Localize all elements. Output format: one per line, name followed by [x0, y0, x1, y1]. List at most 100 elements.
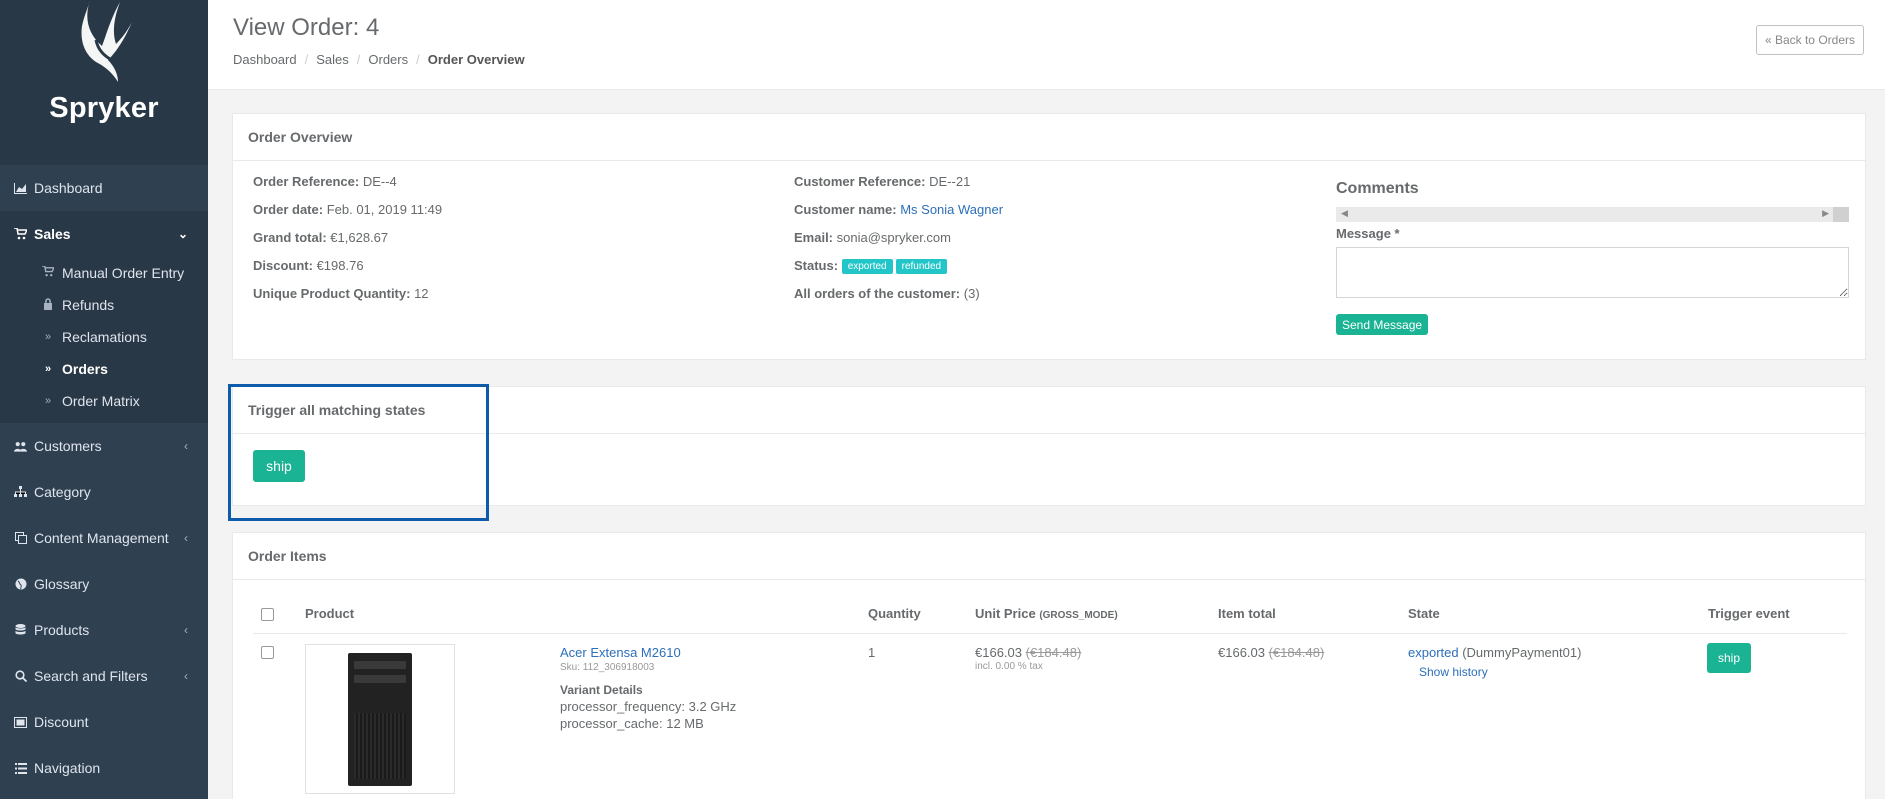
database-icon: [14, 624, 27, 637]
sidebar-item-discount[interactable]: Discount: [0, 699, 208, 745]
sidebar-item-label: Customers: [34, 438, 102, 454]
list-icon: [14, 762, 27, 775]
breadcrumb-orders[interactable]: Orders: [368, 52, 408, 67]
field-label: Order Reference:: [253, 174, 360, 189]
column-header-trigger-event: Trigger event: [1708, 606, 1790, 621]
state-link[interactable]: exported: [1408, 645, 1459, 660]
sidebar-item-orders[interactable]: » Orders: [0, 353, 208, 385]
customer-details: Customer Reference: DE--21 Customer name…: [794, 174, 1003, 314]
sidebar-item-label: Sales: [34, 226, 71, 242]
ship-item-button[interactable]: ship: [1707, 643, 1751, 673]
order-status: Status: exported refunded: [794, 258, 1003, 286]
double-chevron-icon: »: [44, 331, 52, 343]
customer-reference: Customer Reference: DE--21: [794, 174, 1003, 202]
scrollbar-thumb[interactable]: [1833, 207, 1849, 222]
sidebar-item-refunds[interactable]: Refunds: [0, 289, 208, 321]
variant-attribute: processor_frequency: 3.2 GHz: [560, 699, 737, 714]
field-value: DE--4: [362, 174, 397, 189]
sidebar-item-label: Search and Filters: [34, 668, 148, 684]
sidebar-item-label: Orders: [62, 361, 108, 377]
product-sku: Sku: 112_306918003: [560, 662, 655, 673]
order-details: Order Reference: DE--4 Order date: Feb. …: [253, 174, 442, 314]
sidebar-item-label: Discount: [34, 714, 89, 730]
sidebar-item-navigation[interactable]: Navigation: [0, 745, 208, 791]
field-label: Customer name:: [794, 202, 897, 217]
product-info: Acer Extensa M2610 Sku: 112_306918003 Va…: [560, 645, 736, 731]
field-label: Status:: [794, 258, 839, 273]
scroll-left-icon[interactable]: ◀: [1341, 208, 1348, 219]
field-value: (3): [963, 286, 980, 301]
product-name-link[interactable]: Acer Extensa M2610: [560, 645, 681, 660]
sidebar-item-content-management[interactable]: Content Management ‹: [0, 515, 208, 561]
message-textarea[interactable]: [1336, 247, 1849, 298]
show-history-link[interactable]: Show history: [1419, 665, 1488, 679]
field-value: 12: [414, 286, 429, 301]
chevron-left-icon: ‹: [184, 439, 188, 453]
breadcrumb: Dashboard / Sales / Orders / Order Overv…: [233, 52, 525, 67]
column-header-state: State: [1408, 606, 1440, 621]
status-badge: exported: [841, 259, 893, 274]
order-date: Order date: Feb. 01, 2019 11:49: [253, 202, 442, 230]
sidebar-item-label: Manual Order Entry: [62, 265, 185, 281]
field-value: €1,628.67: [330, 230, 389, 245]
field-label: Discount:: [253, 258, 313, 273]
panel-title: Trigger all matching states: [233, 387, 1865, 434]
cart-icon: [14, 228, 27, 241]
sidebar-item-dashboard[interactable]: Dashboard: [0, 165, 208, 211]
chevron-down-icon: ⌄: [177, 227, 188, 241]
sidebar-item-label: Category: [34, 484, 91, 500]
sidebar-item-glossary[interactable]: Glossary: [0, 561, 208, 607]
drive-bay: [354, 675, 406, 683]
sidebar-item-manual-order-entry[interactable]: Manual Order Entry: [0, 257, 208, 289]
item-state: exported (DummyPayment01) Show history: [1408, 645, 1581, 679]
double-chevron-icon: »: [44, 363, 52, 375]
variant-details-title: Variant Details: [560, 683, 643, 697]
field-value: sonia@spryker.com: [836, 230, 951, 245]
spryker-logo-icon: [81, 0, 132, 82]
chevron-left-icon: ‹: [184, 623, 188, 637]
sidebar-item-products[interactable]: Products ‹: [0, 607, 208, 653]
breadcrumb-separator: /: [356, 52, 361, 67]
breadcrumb-sales[interactable]: Sales: [316, 52, 349, 67]
sitemap-icon: [14, 486, 27, 499]
comments-scrollbar[interactable]: ◀ ▶: [1336, 207, 1849, 222]
order-overview-panel: Order Overview Order Reference: DE--4 Or…: [232, 113, 1866, 360]
unit-price-value: €166.03: [975, 645, 1022, 660]
order-items-panel: Order Items Product Quantity Unit Price …: [232, 532, 1866, 799]
unit-price-original: (€184.48): [1025, 645, 1082, 660]
send-message-button[interactable]: Send Message: [1336, 314, 1429, 335]
sales-submenu: Manual Order Entry Refunds » Reclamation…: [0, 257, 208, 423]
status-badge: refunded: [895, 259, 948, 274]
field-value: €198.76: [316, 258, 364, 273]
scroll-right-icon[interactable]: ▶: [1822, 208, 1829, 219]
breadcrumb-dashboard[interactable]: Dashboard: [233, 52, 297, 67]
column-header-label: Unit Price: [975, 606, 1036, 621]
cart-icon: [42, 265, 56, 280]
price-mode: (GROSS_MODE): [1039, 610, 1118, 621]
users-icon: [14, 440, 27, 453]
sidebar-item-customers[interactable]: Customers ‹: [0, 423, 208, 469]
page-title: View Order: 4: [233, 14, 380, 41]
item-quantity: 1: [868, 645, 876, 660]
table-header-divider: [253, 633, 1847, 634]
customer-name-link[interactable]: Ms Sonia Wagner: [900, 202, 1003, 217]
sidebar-item-order-matrix[interactable]: » Order Matrix: [0, 385, 208, 417]
sidebar-item-label: Refunds: [62, 297, 115, 313]
sidebar-item-sales[interactable]: Sales ⌄: [0, 211, 208, 257]
sidebar-item-search-and-filters[interactable]: Search and Filters ‹: [0, 653, 208, 699]
sidebar-item-reclamations[interactable]: » Reclamations: [0, 321, 208, 353]
double-chevron-icon: »: [44, 395, 52, 407]
sidebar-item-category[interactable]: Category: [0, 469, 208, 515]
drive-bay: [354, 661, 406, 669]
ship-all-button[interactable]: ship: [253, 450, 305, 482]
globe-icon: [14, 578, 27, 591]
logo[interactable]: Spryker: [0, 0, 208, 165]
select-all-checkbox[interactable]: [261, 608, 274, 621]
back-to-orders-button[interactable]: « Back to Orders: [1755, 25, 1864, 55]
row-checkbox[interactable]: [261, 646, 274, 659]
chevron-left-icon: ‹: [184, 669, 188, 683]
sidebar-item-label: Content Management: [34, 530, 169, 546]
field-label: Email:: [794, 230, 834, 245]
sidebar-item-label: Reclamations: [62, 329, 147, 345]
message-label: Message *: [1336, 226, 1400, 241]
